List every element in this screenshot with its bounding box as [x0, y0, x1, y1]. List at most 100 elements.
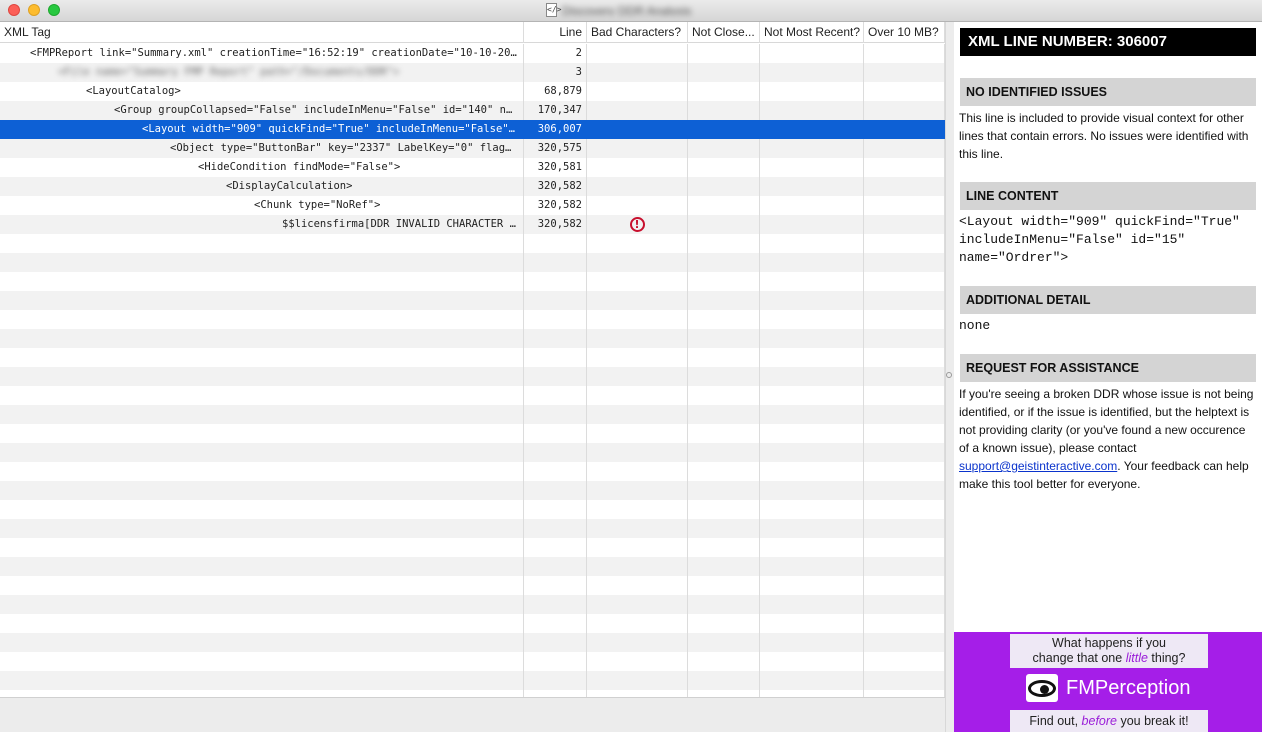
- table-row[interactable]: <File name="Summary FMP Report" path="/D…: [0, 63, 945, 82]
- xml-tag-text: <File name="Summary FMP Report" path="/D…: [58, 66, 400, 78]
- table-row[interactable]: [0, 557, 945, 576]
- line-cell: 320,582: [524, 196, 587, 215]
- over-10mb-cell: [864, 272, 945, 291]
- over-10mb-cell: [864, 196, 945, 215]
- not-closed-cell: [688, 367, 760, 386]
- over-10mb-cell: [864, 652, 945, 671]
- table-row[interactable]: <LayoutCatalog> 68,879: [0, 82, 945, 101]
- line-cell: [524, 386, 587, 405]
- table-row[interactable]: [0, 690, 945, 697]
- table-row[interactable]: [0, 424, 945, 443]
- table-row[interactable]: [0, 310, 945, 329]
- ad-cta-after: you break it!: [1117, 714, 1189, 728]
- line-cell: [524, 671, 587, 690]
- xml-tag-cell: [0, 329, 524, 348]
- assistance-heading: REQUEST FOR ASSISTANCE: [960, 354, 1256, 382]
- splitter-handle-icon[interactable]: [946, 372, 952, 378]
- not-most-recent-cell: [760, 690, 864, 697]
- over-10mb-cell: [864, 158, 945, 177]
- table-row[interactable]: <DisplayCalculation> 320,582: [0, 177, 945, 196]
- line-cell: [524, 557, 587, 576]
- ad-cta-emphasis: before: [1081, 714, 1117, 728]
- table-row[interactable]: <Layout width="909" quickFind="True" inc…: [0, 120, 945, 139]
- ad-call-to-action: Find out, before you break it!: [1010, 710, 1208, 732]
- table-row[interactable]: [0, 462, 945, 481]
- table-row[interactable]: $$licensfirma[DDR INVALID CHARACTER 19] 3…: [0, 215, 945, 234]
- not-closed-cell: [688, 291, 760, 310]
- not-most-recent-cell: [760, 462, 864, 481]
- bad-characters-cell: [587, 405, 688, 424]
- table-row[interactable]: [0, 671, 945, 690]
- table-row[interactable]: [0, 291, 945, 310]
- not-most-recent-cell: [760, 538, 864, 557]
- xml-tag-text: <Object type="ButtonBar" key="2337" Labe…: [170, 142, 517, 154]
- table-row[interactable]: [0, 405, 945, 424]
- table-row[interactable]: [0, 272, 945, 291]
- not-closed-cell: [688, 101, 760, 120]
- bad-characters-cell: [587, 139, 688, 158]
- table-row[interactable]: <Object type="ButtonBar" key="2337" Labe…: [0, 139, 945, 158]
- not-closed-cell: [688, 44, 760, 63]
- xml-tag-table[interactable]: XML Tag Line Bad Characters? Not Close..…: [0, 22, 945, 697]
- column-header-line[interactable]: Line: [524, 22, 587, 43]
- bad-characters-cell: [587, 234, 688, 253]
- column-header-not-most-recent[interactable]: Not Most Recent?: [760, 22, 864, 43]
- table-row[interactable]: [0, 367, 945, 386]
- fmperception-ad[interactable]: What happens if you change that one litt…: [954, 632, 1262, 732]
- not-closed-cell: [688, 348, 760, 367]
- over-10mb-cell: [864, 234, 945, 253]
- support-email-link[interactable]: support@geistinteractive.com: [959, 459, 1117, 473]
- xml-tag-cell: [0, 272, 524, 291]
- table-row[interactable]: [0, 519, 945, 538]
- not-most-recent-cell: [760, 234, 864, 253]
- table-row[interactable]: <HideCondition findMode="False"> 320,581: [0, 158, 945, 177]
- not-closed-cell: [688, 405, 760, 424]
- table-row[interactable]: [0, 652, 945, 671]
- table-row[interactable]: [0, 538, 945, 557]
- column-header-bad-characters[interactable]: Bad Characters?: [587, 22, 688, 43]
- minimize-window-button[interactable]: [28, 4, 40, 16]
- table-row[interactable]: [0, 253, 945, 272]
- over-10mb-cell: [864, 595, 945, 614]
- not-closed-cell: [688, 690, 760, 697]
- over-10mb-cell: [864, 82, 945, 101]
- xml-tag-text: <DisplayCalculation>: [226, 180, 353, 192]
- over-10mb-cell: [864, 462, 945, 481]
- table-row[interactable]: [0, 481, 945, 500]
- line-cell: [524, 652, 587, 671]
- close-window-button[interactable]: [8, 4, 20, 16]
- bad-characters-cell: [587, 557, 688, 576]
- not-closed-cell: [688, 234, 760, 253]
- table-row[interactable]: [0, 500, 945, 519]
- bad-characters-cell: !: [587, 215, 688, 234]
- table-row[interactable]: <FMPReport link="Summary.xml" creationTi…: [0, 44, 945, 63]
- line-cell: 170,347: [524, 101, 587, 120]
- table-row[interactable]: [0, 595, 945, 614]
- not-closed-cell: [688, 177, 760, 196]
- column-header-over-10mb[interactable]: Over 10 MB?: [864, 22, 945, 43]
- not-closed-cell: [688, 272, 760, 291]
- column-header-not-closed[interactable]: Not Close...: [688, 22, 760, 43]
- table-row[interactable]: <Chunk type="NoRef"> 320,582: [0, 196, 945, 215]
- not-closed-cell: [688, 538, 760, 557]
- over-10mb-cell: [864, 557, 945, 576]
- over-10mb-cell: [864, 348, 945, 367]
- table-row[interactable]: [0, 329, 945, 348]
- table-row[interactable]: [0, 443, 945, 462]
- bad-characters-cell: [587, 291, 688, 310]
- table-row[interactable]: [0, 633, 945, 652]
- table-row[interactable]: <Group groupCollapsed="False" includeInM…: [0, 101, 945, 120]
- bad-characters-cell: [587, 614, 688, 633]
- table-row[interactable]: [0, 348, 945, 367]
- table-footer-bar: [0, 697, 945, 732]
- table-row[interactable]: [0, 234, 945, 253]
- table-row[interactable]: [0, 614, 945, 633]
- table-row[interactable]: [0, 386, 945, 405]
- line-cell: [524, 443, 587, 462]
- not-most-recent-cell: [760, 196, 864, 215]
- column-header-xml-tag[interactable]: XML Tag: [0, 22, 524, 43]
- table-row[interactable]: [0, 576, 945, 595]
- zoom-window-button[interactable]: [48, 4, 60, 16]
- xml-tag-text: <HideCondition findMode="False">: [198, 161, 401, 173]
- line-cell: [524, 253, 587, 272]
